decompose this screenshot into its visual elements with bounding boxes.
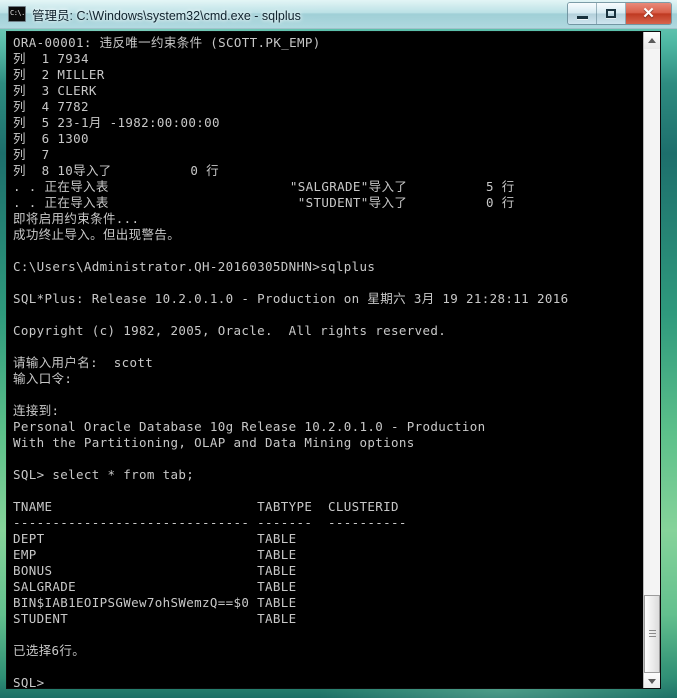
console-line: 列 6 1300 xyxy=(13,131,89,146)
vertical-scrollbar[interactable] xyxy=(643,32,660,688)
chevron-up-icon xyxy=(648,38,656,43)
minimize-button[interactable] xyxy=(568,3,597,24)
cmd-icon[interactable] xyxy=(8,6,26,22)
close-button[interactable]: ✕ xyxy=(626,3,671,24)
scrollbar-grip-icon xyxy=(649,630,656,638)
console-line: SALGRADE TABLE xyxy=(13,579,297,594)
close-icon: ✕ xyxy=(642,5,655,22)
console-line: 列 3 CLERK xyxy=(13,83,97,98)
console-line: 列 7 xyxy=(13,147,50,162)
console-line: 连接到: xyxy=(13,403,60,418)
maximize-button[interactable] xyxy=(597,3,626,24)
console-line: BIN$IAB1EOIPSGWew7ohSWemzQ==$0 TABLE xyxy=(13,595,297,610)
console-output: ORA-00001: 违反唯一约束条件 (SCOTT.PK_EMP) 列 1 79… xyxy=(13,35,643,689)
console-line: C:\Users\Administrator.QH-20160305DNHN>s… xyxy=(13,259,376,274)
chevron-down-icon xyxy=(648,679,656,684)
console-line: 列 5 23-1月 -1982:00:00:00 xyxy=(13,115,220,130)
console-client-area[interactable]: ORA-00001: 违反唯一约束条件 (SCOTT.PK_EMP) 列 1 79… xyxy=(6,31,661,689)
scroll-down-button[interactable] xyxy=(644,673,660,688)
console-line: . . 正在导入表 "SALGRADE"导入了 5 行 xyxy=(13,179,515,194)
console-line: ORA-00001: 违反唯一约束条件 (SCOTT.PK_EMP) xyxy=(13,35,321,50)
console-line: DEPT TABLE xyxy=(13,531,297,546)
console-line: . . 正在导入表 "STUDENT"导入了 0 行 xyxy=(13,195,515,210)
console-line: SQL> xyxy=(13,675,45,689)
console-line: 即将启用约束条件... xyxy=(13,211,140,226)
console-line: TNAME TABTYPE CLUSTERID xyxy=(13,499,399,514)
console-line: ------------------------------ ------- -… xyxy=(13,515,407,530)
console-line: SQL> select * from tab; xyxy=(13,467,195,482)
console-line: 列 4 7782 xyxy=(13,99,89,114)
console-line: SQL*Plus: Release 10.2.0.1.0 - Productio… xyxy=(13,291,569,306)
title-bar-left: 管理员: C:\Windows\system32\cmd.exe - sqlpl… xyxy=(8,4,301,24)
console-line: 成功终止导入。但出现警告。 xyxy=(13,227,181,242)
console-line: 请输入用户名: scott xyxy=(13,355,154,370)
scroll-up-button[interactable] xyxy=(644,32,660,49)
console-line: 已选择6行。 xyxy=(13,643,86,658)
console-line: With the Partitioning, OLAP and Data Min… xyxy=(13,435,415,450)
console-line: STUDENT TABLE xyxy=(13,611,297,626)
console-line: BONUS TABLE xyxy=(13,563,297,578)
console-line: Personal Oracle Database 10g Release 10.… xyxy=(13,419,486,434)
console-line: Copyright (c) 1982, 2005, Oracle. All ri… xyxy=(13,323,447,338)
console-window: 管理员: C:\Windows\system32\cmd.exe - sqlpl… xyxy=(0,0,677,698)
console-line: 列 2 MILLER xyxy=(13,67,105,82)
scrollbar-track[interactable] xyxy=(644,49,660,673)
console-line: 列 1 7934 xyxy=(13,51,89,66)
console-line: 列 8 10导入了 0 行 xyxy=(13,163,220,178)
maximize-icon xyxy=(606,9,616,18)
scrollbar-thumb[interactable] xyxy=(644,595,660,673)
window-title: 管理员: C:\Windows\system32\cmd.exe - sqlpl… xyxy=(32,8,301,23)
console-line: 输入口令: xyxy=(13,371,73,386)
title-bar[interactable]: 管理员: C:\Windows\system32\cmd.exe - sqlpl… xyxy=(0,0,677,29)
minimize-icon xyxy=(576,15,588,19)
window-controls: ✕ xyxy=(567,2,672,25)
console-line: EMP TABLE xyxy=(13,547,297,562)
